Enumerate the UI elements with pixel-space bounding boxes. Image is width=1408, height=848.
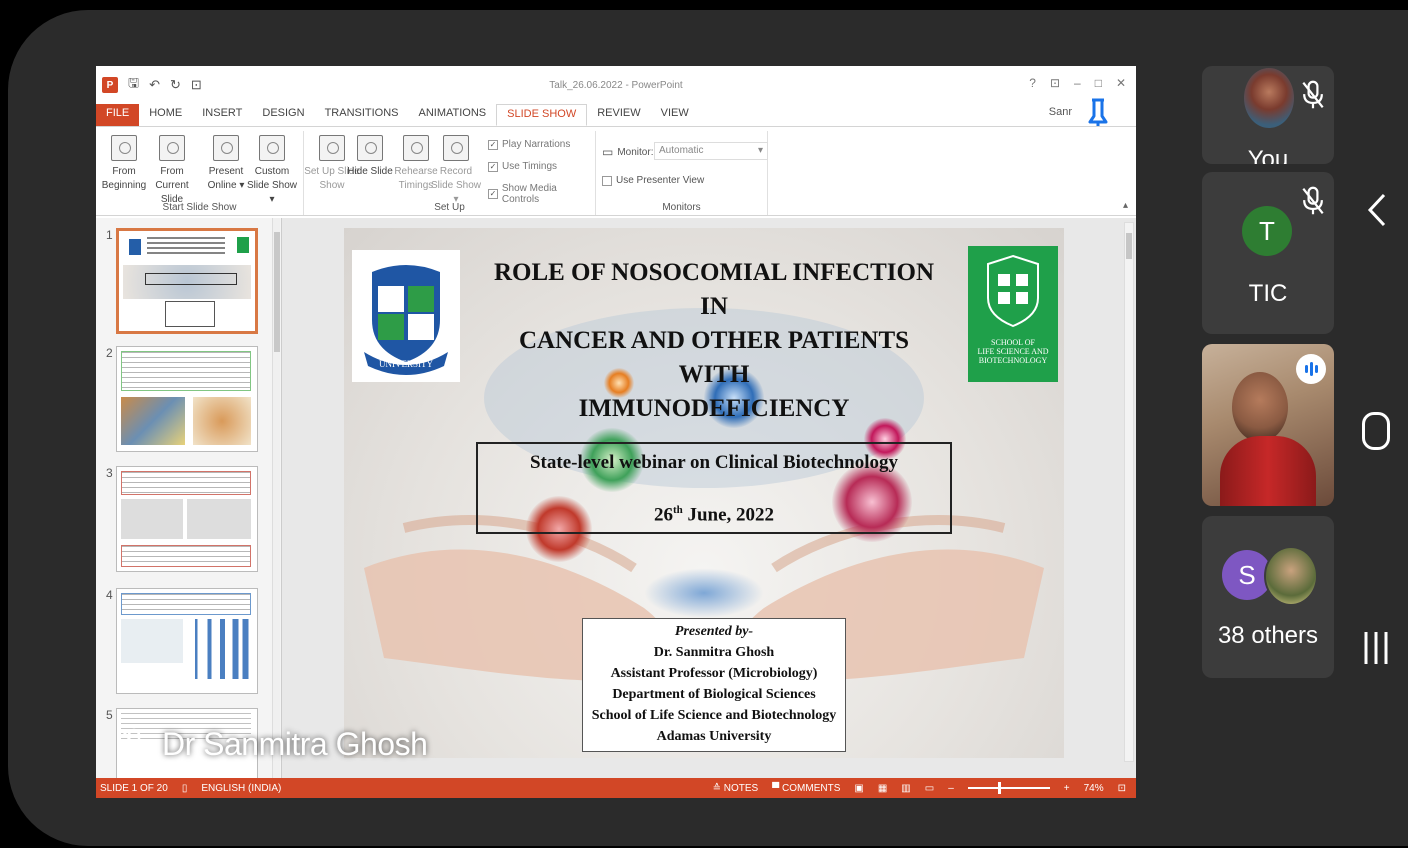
zoom-out-icon[interactable]: – xyxy=(948,783,954,794)
webinar-date: 26th June, 2022 xyxy=(653,504,775,526)
avatar xyxy=(1264,546,1318,606)
normal-view-icon[interactable]: ▣ xyxy=(854,783,863,794)
recent-apps-icon[interactable] xyxy=(1362,630,1390,666)
adamas-university-logo: ADAMAS UNIVERSITY xyxy=(352,250,460,382)
zoom-slider[interactable] xyxy=(967,782,1050,794)
monitor-select[interactable]: Automatic ▾ xyxy=(654,142,768,160)
tab-slide-show[interactable]: SLIDE SHOW xyxy=(496,104,588,126)
minimize-icon[interactable]: – xyxy=(1074,76,1081,90)
collapse-ribbon-icon[interactable]: ▴ xyxy=(1123,200,1128,211)
home-icon[interactable] xyxy=(1362,412,1390,450)
zoom-level[interactable]: 74% xyxy=(1084,783,1104,794)
title-bar: P 🖫 ↶ ↻ ⊡ Talk_26.06.2022 - PowerPoint ?… xyxy=(96,66,1136,100)
monitor-icon: ▭ xyxy=(602,145,614,159)
molecule-cluster-image xyxy=(644,568,764,618)
slide-scrollbar[interactable] xyxy=(1124,222,1134,762)
use-timings-checkbox[interactable]: ✓ Use Timings xyxy=(488,161,557,172)
record-slide-show-button[interactable]: Record Slide Show ▾ xyxy=(428,133,484,207)
language-indicator[interactable]: ENGLISH (INDIA) xyxy=(201,783,281,794)
group-label: Start Slide Show xyxy=(162,202,237,213)
fit-slide-icon[interactable]: ⊡ xyxy=(1118,783,1126,794)
participant-name: You xyxy=(1247,146,1289,164)
tab-file[interactable]: FILE xyxy=(96,104,140,126)
speaking-indicator-icon xyxy=(1296,354,1326,384)
presenter-label: Dr Sanmitra Ghosh xyxy=(120,726,428,763)
slide-sorter-icon[interactable]: ▦ xyxy=(878,783,887,794)
tab-design[interactable]: DESIGN xyxy=(252,104,314,126)
mic-off-icon xyxy=(1302,186,1324,215)
maximize-icon[interactable]: □ xyxy=(1095,76,1102,90)
start-slide-show-group: From Beginning From Current Slide Presen… xyxy=(96,131,304,215)
tab-view[interactable]: VIEW xyxy=(651,104,699,126)
ribbon: From Beginning From Current Slide Presen… xyxy=(96,126,1136,216)
tab-insert[interactable]: INSERT xyxy=(192,104,252,126)
monitor-label: ▭ Monitor: xyxy=(602,145,654,159)
participant-tile-speaker[interactable] xyxy=(1202,344,1334,506)
hide-slide-icon xyxy=(357,135,383,161)
from-current-slide-button[interactable]: From Current Slide xyxy=(144,133,200,207)
chevron-down-icon: ▾ xyxy=(757,145,763,156)
slide-title: ROLE OF NOSOCOMIAL INFECTION IN CANCER A… xyxy=(493,259,935,422)
group-label: Monitors xyxy=(662,202,701,213)
tab-animations[interactable]: ANIMATIONS xyxy=(409,104,497,126)
participant-tile-others[interactable]: S 38 others xyxy=(1202,516,1334,678)
thumbnail-scrollbar[interactable] xyxy=(272,218,280,778)
from-current-slide-icon xyxy=(159,135,185,161)
presenter-info-box: Presented by- Dr. Sanmitra Ghosh Assista… xyxy=(582,618,846,752)
comments-button[interactable]: ▀ COMMENTS xyxy=(772,783,840,794)
record-slide-show-icon xyxy=(443,135,469,161)
close-icon[interactable]: ✕ xyxy=(1116,76,1126,90)
participant-tile-tic[interactable]: T TIC xyxy=(1202,172,1334,334)
window-title: Talk_26.06.2022 - PowerPoint xyxy=(549,80,683,91)
tab-review[interactable]: REVIEW xyxy=(587,104,650,126)
avatar: T xyxy=(1242,206,1292,256)
help-icon[interactable]: ? xyxy=(1029,76,1036,90)
custom-slide-show-button[interactable]: Custom Slide Show ▾ xyxy=(244,133,300,207)
ribbon-display-icon[interactable]: ⊡ xyxy=(1050,76,1060,90)
status-bar: SLIDE 1 OF 20 ▯ ENGLISH (INDIA) ≙ NOTES … xyxy=(96,778,1136,798)
slide-thumbnail-pane: 1 2 3 4 5 xyxy=(96,218,282,778)
tab-home[interactable]: HOME xyxy=(139,104,192,126)
group-label: Set Up xyxy=(434,202,465,213)
mic-off-icon xyxy=(1302,80,1324,109)
tab-transitions[interactable]: TRANSITIONS xyxy=(315,104,409,126)
rehearse-timings-icon xyxy=(403,135,429,161)
set-up-group: Set Up Slide Show Hide Slide Rehearse Ti… xyxy=(304,131,596,215)
zoom-in-icon[interactable]: + xyxy=(1064,783,1070,794)
participant-name: 38 others xyxy=(1217,622,1319,649)
powerpoint-window: P 🖫 ↶ ↻ ⊡ Talk_26.06.2022 - PowerPoint ?… xyxy=(96,66,1136,798)
reading-view-icon[interactable]: ▥ xyxy=(901,783,910,794)
use-presenter-view-checkbox[interactable]: Use Presenter View xyxy=(602,175,704,186)
present-online-icon xyxy=(213,135,239,161)
slide-counter: SLIDE 1 OF 20 xyxy=(100,782,168,794)
spellcheck-icon[interactable]: ▯ xyxy=(182,783,188,794)
play-narrations-checkbox[interactable]: ✓ Play Narrations xyxy=(488,139,570,150)
custom-slide-show-icon xyxy=(259,135,285,161)
webinar-info-box: State-level webinar on Clinical Biotechn… xyxy=(476,442,952,534)
ribbon-tabs: FILE HOME INSERT DESIGN TRANSITIONS ANIM… xyxy=(96,104,699,126)
slide-show-icon[interactable]: ▭ xyxy=(925,783,934,794)
notes-button[interactable]: ≙ NOTES xyxy=(713,783,759,794)
slide-editor: ADAMAS UNIVERSITY ROLE OF NOSOCOMIAL INF… xyxy=(282,218,1136,778)
mic-off-icon xyxy=(122,728,146,760)
school-of-life-science-logo: SCHOOL OF LIFE SCIENCE AND BIOTECHNOLOGY xyxy=(968,246,1058,382)
account-name[interactable]: Sanr xyxy=(1049,106,1072,118)
participant-tile-you[interactable]: You xyxy=(1202,66,1334,164)
back-icon[interactable] xyxy=(1366,192,1388,228)
monitors-group: ▭ Monitor: Automatic ▾ Use Presenter Vie… xyxy=(596,131,768,215)
from-beginning-icon xyxy=(111,135,137,161)
participant-name: TIC xyxy=(1248,280,1288,307)
speaker-video xyxy=(1232,372,1288,442)
current-slide: ADAMAS UNIVERSITY ROLE OF NOSOCOMIAL INF… xyxy=(344,228,1064,758)
avatar xyxy=(1244,68,1294,128)
